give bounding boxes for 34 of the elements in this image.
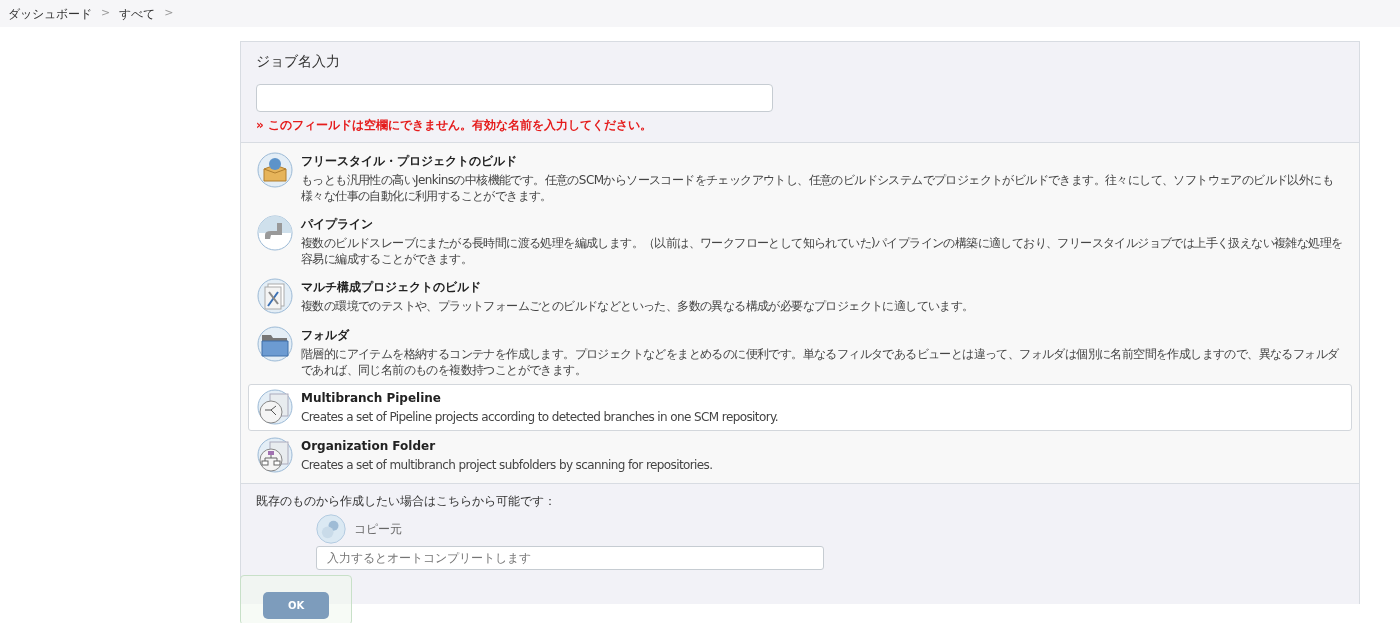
breadcrumb-link[interactable]: すべて: [119, 4, 156, 23]
breadcrumb-separator: >: [101, 5, 111, 22]
breadcrumb-link[interactable]: ダッシュボード: [8, 4, 92, 23]
item-type-option[interactable]: パイプライン 複数のビルドスレーブにまたがる長時間に渡る処理を編成します。（以前は、ワークフローとして知られていた)パイプラインの構築に適しており、フリースタイルジョブでは上手く扱えない複雑な処理を容易に編成することができます。: [248, 210, 1352, 273]
pipe-icon: [257, 215, 293, 252]
section-title: ジョブ名入力: [256, 52, 341, 71]
job-name-field[interactable]: [256, 84, 773, 112]
tools-icon: [257, 278, 293, 315]
item-type-title: Multibranch Pipeline: [301, 390, 442, 408]
item-type-title: フォルダ: [301, 326, 351, 344]
item-type-option[interactable]: フォルダ 階層的にアイテムを格納するコンテナを作成します。プロジェクトなどをまとめるのに便利です。単なるフィルタであるビューとは違って、フォルダは個別に名前空間を作成しますので、異なるフォルダであれば、同じ名前のものを複数持つことができます。: [248, 320, 1352, 384]
item-type-description: Creates a set of Pipeline projects according to detected branches in one SCM repository.: [301, 410, 778, 426]
item-type-title: マルチ構成プロジェクトのビルド: [301, 279, 482, 297]
item-type-description: もっとも汎用性の高いJenkinsの中核機能です。任意のSCMからソースコードをチェックアウトし、任意のビルドシステムでプロジェクトがビルドできます。往々にして、ソフトウェアのビルド以外にも様々な仕事の自動化に利用することができます。: [301, 173, 1335, 205]
item-type-option[interactable]: Organization Folder Creates a set of multibranch project subfolders by scanning for repositories.: [248, 431, 1352, 479]
item-type-description: 複数の環境でのテストや、プラットフォームごとのビルドなどといった、多数の異なる構成が必要なプロジェクトに適しています。: [301, 299, 974, 315]
copy-icon: [316, 514, 346, 545]
copy-from-label: コピー元: [354, 521, 402, 539]
folder-icon: [257, 325, 293, 362]
item-type-title: Organization Folder: [301, 437, 437, 455]
item-type-title: パイプライン: [301, 216, 374, 234]
item-type-description: Creates a set of multibranch project subfolders by scanning for repositories.: [301, 457, 713, 474]
item-type-option[interactable]: Multibranch Pipeline Creates a set of Pipeline projects according to detected branches in one SCM repository.: [248, 384, 1352, 431]
organization-icon: [257, 436, 293, 473]
copy-intro-text: 既存のものから作成したい場合はこちらから可能です：: [256, 493, 557, 511]
item-type-option[interactable]: フリースタイル・プロジェクトのビルド もっとも汎用性の高いJenkinsの中核機能です。任意のSCMからソースコードをチェックアウトし、任意のビルドシステムでプロジェクトがビルドできます。往々にして、ソフトウェアのビルド以外にも様々な仕事の自動化に利用することができます。: [248, 147, 1352, 210]
item-type-description: 階層的にアイテムを格納するコンテナを作成します。プロジェクトなどをまとめるのに便利です。単なるフィルタであるビューとは違って、フォルダは個別に名前空間を作成しますので、異なるフォルダであれば、同じ名前のものを複数持つことができます。: [301, 346, 1340, 379]
item-type-title: フリースタイル・プロジェクトのビルド: [301, 153, 518, 170]
copy-from-field[interactable]: 入力するとオートコンプリートします: [316, 546, 824, 571]
item-type-option[interactable]: マルチ構成プロジェクトのビルド 複数の環境でのテストや、プラットフォームごとのビルドなどといった、多数の異なる構成が必要なプロジェクトに適しています。: [248, 273, 1352, 320]
breadcrumb-separator: >: [164, 5, 174, 22]
error-message: » このフィールドは空欄にできません。有効な名前を入力してください。: [256, 117, 653, 134]
box-icon: [257, 152, 293, 188]
item-type-description: 複数のビルドスレーブにまたがる長時間に渡る処理を編成します。（以前は、ワークフローとして知られていた)パイプラインの構築に適しており、フリースタイルジョブでは上手く扱えない複雑な処理を容易に編成することができます。: [301, 236, 1343, 268]
